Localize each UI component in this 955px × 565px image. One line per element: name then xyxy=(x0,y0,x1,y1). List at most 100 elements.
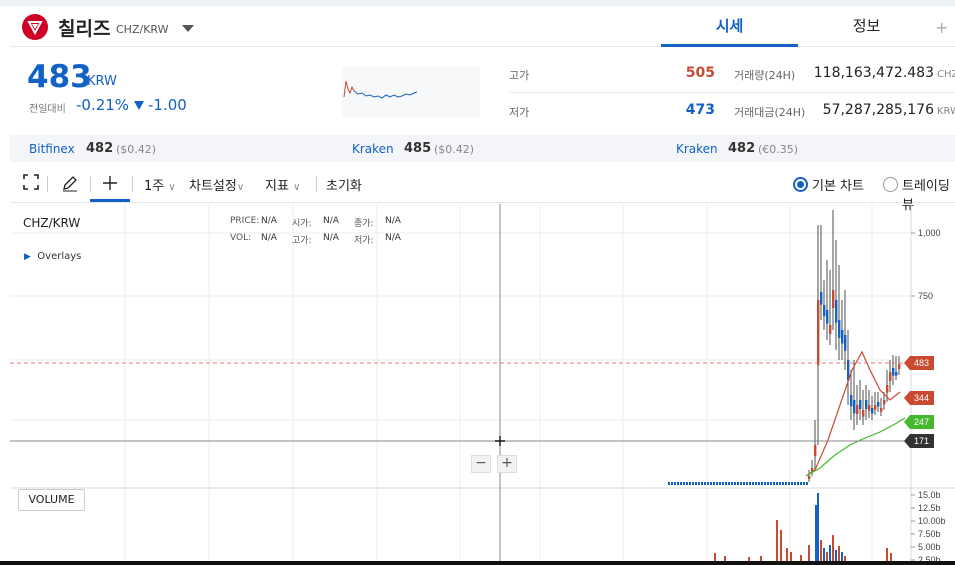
candle xyxy=(895,372,898,376)
price-chart[interactable]: 1,00075015.0b12.5b10.00b7.50b5.00b2.50b … xyxy=(0,0,955,565)
candle xyxy=(728,482,730,485)
candle xyxy=(773,482,775,485)
candle xyxy=(880,408,883,412)
candle xyxy=(808,476,811,479)
volume-tick-label: 10.00b xyxy=(918,516,946,526)
volume-bar xyxy=(832,535,834,561)
volume-bar xyxy=(808,545,810,561)
candle xyxy=(868,405,871,411)
candle xyxy=(850,395,853,407)
candle xyxy=(886,385,889,393)
candle xyxy=(874,405,877,410)
candle xyxy=(788,482,790,485)
candle xyxy=(892,368,895,376)
volume-tick-label: 15.0b xyxy=(918,490,941,500)
candle xyxy=(776,482,778,485)
info-price-key: PRICE: xyxy=(230,216,260,226)
volume-bar xyxy=(786,548,788,561)
moving-average-short xyxy=(805,350,901,477)
volume-toggle-button[interactable]: VOLUME xyxy=(18,489,85,511)
price-marker-label: 171 xyxy=(914,436,929,446)
candle xyxy=(785,482,787,485)
volume-bar xyxy=(829,545,831,561)
price-marker-label: 483 xyxy=(914,358,929,368)
candle xyxy=(823,305,826,317)
candle xyxy=(743,482,745,485)
candle xyxy=(713,482,715,485)
overlays-label: Overlays xyxy=(37,251,82,262)
candle xyxy=(806,482,808,485)
moving-average-long xyxy=(805,417,906,477)
candle xyxy=(722,482,724,485)
crosshair-cursor-icon xyxy=(495,436,505,446)
chart-symbol: CHZ/KRW xyxy=(23,216,81,230)
candle xyxy=(829,325,832,334)
info-close-key: 종가: xyxy=(354,219,374,229)
info-open-key: 시가: xyxy=(292,219,312,229)
candle xyxy=(737,482,739,485)
candle xyxy=(734,482,736,485)
info-high-value: N/A xyxy=(323,233,339,243)
volume-bar xyxy=(817,493,819,561)
info-low-key: 저가: xyxy=(354,236,374,246)
candle xyxy=(749,482,751,485)
volume-bar xyxy=(838,546,840,561)
candle xyxy=(746,482,748,485)
info-open-value: N/A xyxy=(323,216,339,226)
candle xyxy=(692,482,694,485)
candle xyxy=(877,402,880,407)
candle xyxy=(800,482,802,485)
candle xyxy=(791,482,793,485)
candle xyxy=(764,482,766,485)
candle xyxy=(668,482,670,485)
candle xyxy=(779,482,781,485)
candle xyxy=(701,482,703,485)
volume-tick-label: 5.00b xyxy=(918,542,941,552)
candle xyxy=(865,400,868,409)
candle xyxy=(862,410,865,417)
info-close-value: N/A xyxy=(385,216,401,226)
candle xyxy=(752,482,754,485)
candle xyxy=(889,372,892,381)
volume-bar xyxy=(890,553,892,561)
candle xyxy=(844,335,847,351)
info-vol-key: VOL: xyxy=(230,233,252,243)
candle xyxy=(704,482,706,485)
candle xyxy=(797,482,799,485)
volume-bar xyxy=(815,505,817,561)
volume-bar xyxy=(826,552,828,561)
candle xyxy=(689,482,691,485)
candle xyxy=(755,482,757,485)
candle xyxy=(740,482,742,485)
candle xyxy=(856,405,859,414)
candle xyxy=(853,400,856,414)
volume-bar xyxy=(790,552,792,561)
zoom-out-button[interactable]: − xyxy=(471,455,491,473)
candle xyxy=(794,482,796,485)
candle xyxy=(710,482,712,485)
candle xyxy=(677,482,679,485)
candle xyxy=(817,300,820,366)
volume-bar xyxy=(780,530,782,561)
candle xyxy=(803,482,805,485)
candle xyxy=(770,482,772,485)
candle xyxy=(841,330,844,344)
candle xyxy=(814,445,817,457)
y-tick-label: 750 xyxy=(918,291,933,301)
volume-bar xyxy=(823,548,825,561)
info-low-value: N/A xyxy=(385,233,401,243)
candle xyxy=(680,482,682,485)
volume-tick-label: 12.5b xyxy=(918,503,941,513)
candle xyxy=(838,320,841,338)
candle xyxy=(835,300,838,323)
volume-tick-label: 7.50b xyxy=(918,529,941,539)
candle xyxy=(782,482,784,485)
volume-bar xyxy=(835,550,837,561)
overlays-toggle[interactable]: ▶ Overlays xyxy=(24,251,81,262)
candle xyxy=(698,482,700,485)
candle xyxy=(820,292,823,305)
candle xyxy=(716,482,718,485)
zoom-in-button[interactable]: + xyxy=(497,455,517,473)
candle xyxy=(671,482,673,485)
info-price-value: N/A xyxy=(261,216,277,226)
